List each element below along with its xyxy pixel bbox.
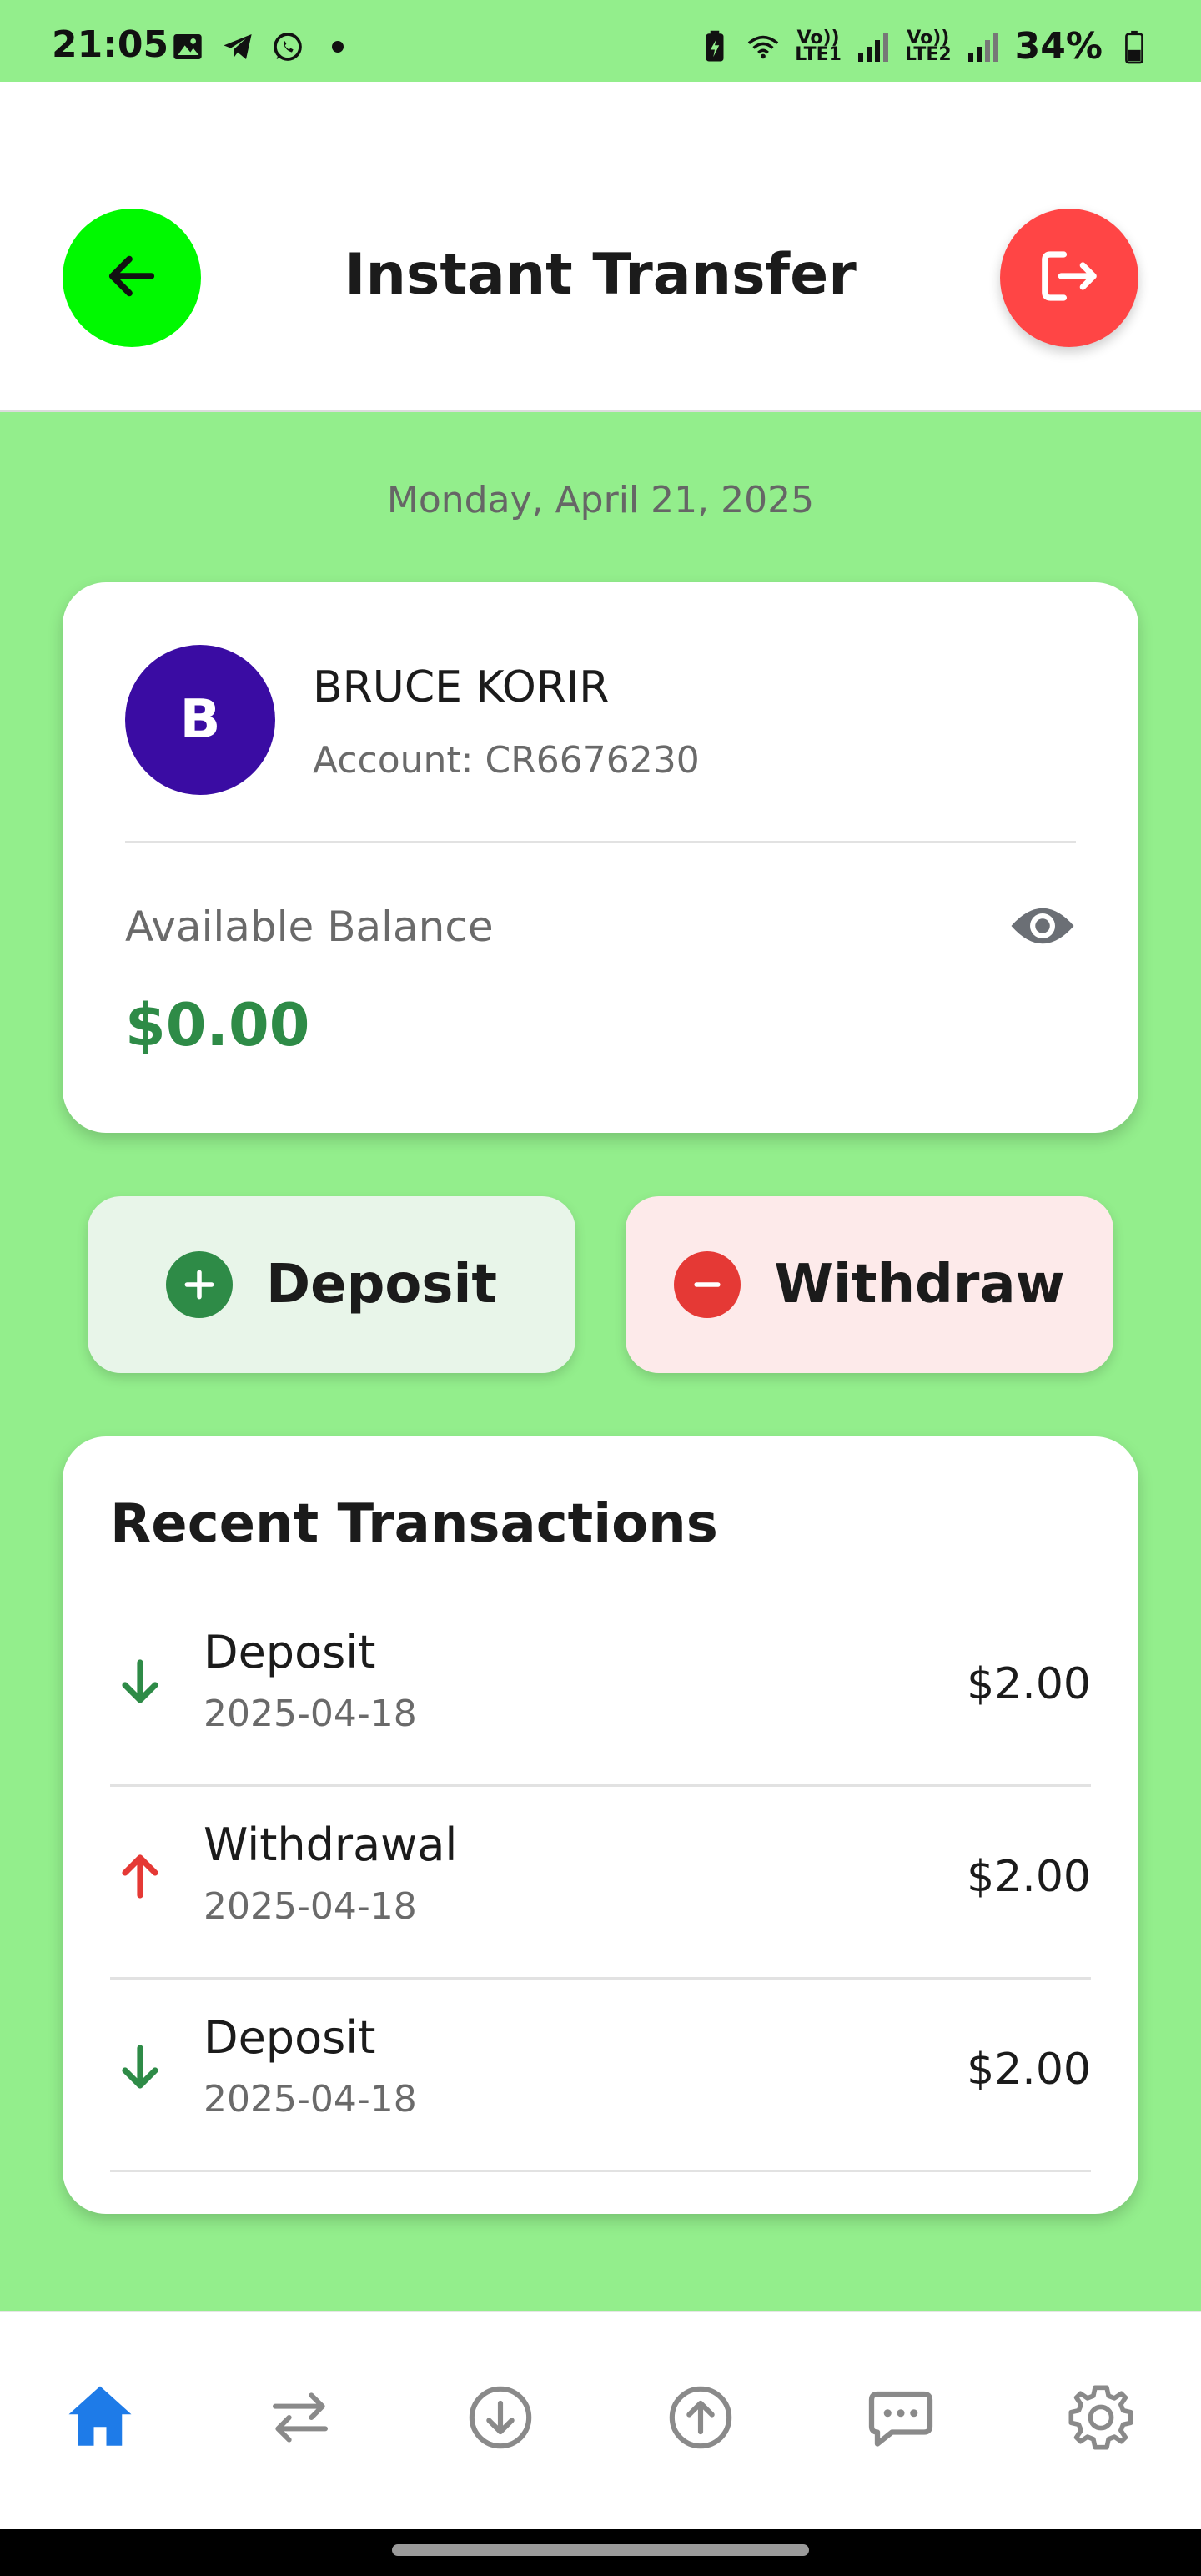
battery-percent: 34% xyxy=(1014,25,1103,68)
gallery-icon xyxy=(171,30,204,63)
battery-saver-icon xyxy=(698,30,731,63)
withdraw-button[interactable]: Withdraw xyxy=(626,1196,1113,1373)
account-number: Account: CR6676230 xyxy=(313,739,700,782)
transaction-row[interactable]: Deposit 2025-04-18 $2.00 xyxy=(110,1980,1091,2172)
minus-circle-icon xyxy=(674,1251,741,1318)
account-card: B BRUCE KORIR Account: CR6676230 Availab… xyxy=(63,582,1138,1133)
transaction-type: Deposit xyxy=(204,1626,376,1678)
transaction-amount: $2.00 xyxy=(967,1659,1091,1709)
deposit-button[interactable]: Deposit xyxy=(88,1196,575,1373)
transaction-row[interactable]: Deposit 2025-04-18 $2.00 xyxy=(110,1594,1091,1787)
app-header: Instant Transfer xyxy=(0,82,1201,412)
status-time: 21:05 xyxy=(52,23,169,66)
bottom-nav xyxy=(0,2311,1201,2529)
logout-button[interactable] xyxy=(1000,209,1138,347)
transaction-row[interactable]: Withdrawal 2025-04-18 $2.00 xyxy=(110,1787,1091,1980)
status-bar: 21:05 Vo)) LTE1 Vo)) LTE2 34% xyxy=(0,0,1201,82)
home-icon xyxy=(63,2380,138,2458)
nav-settings[interactable] xyxy=(1061,2379,1141,2459)
transaction-date: 2025-04-18 xyxy=(204,2078,417,2121)
nav-withdraw[interactable] xyxy=(661,2379,741,2459)
balance-label: Available Balance xyxy=(125,903,494,951)
arrow-down-icon xyxy=(110,2038,170,2098)
eye-icon[interactable] xyxy=(1009,901,1076,951)
whatsapp-icon xyxy=(271,30,304,63)
recent-transactions-card: Recent Transactions Deposit 2025-04-18 $… xyxy=(63,1436,1138,2214)
current-date: Monday, April 21, 2025 xyxy=(386,479,815,521)
plus-circle-icon xyxy=(166,1251,234,1318)
arrow-up-icon xyxy=(110,1845,170,1905)
battery-icon xyxy=(1118,30,1151,63)
wifi-icon xyxy=(746,30,780,63)
system-nav-bar xyxy=(0,2529,1201,2576)
transaction-type: Withdrawal xyxy=(204,1819,458,1871)
home-indicator[interactable] xyxy=(392,2544,809,2556)
system-icons: Vo)) LTE1 Vo)) LTE2 34% xyxy=(698,25,1151,68)
transfer-icon xyxy=(267,2384,334,2454)
signal-2-icon xyxy=(967,30,1000,63)
network-2-label: Vo)) LTE2 xyxy=(904,27,952,65)
chat-icon xyxy=(866,2382,936,2456)
notification-icons xyxy=(171,30,354,63)
withdraw-icon xyxy=(666,2383,735,2455)
recent-transactions-title: Recent Transactions xyxy=(110,1493,718,1555)
nav-transfer[interactable] xyxy=(260,2379,340,2459)
transaction-date: 2025-04-18 xyxy=(204,1693,417,1735)
transaction-amount: $2.00 xyxy=(967,2045,1091,2095)
arrow-down-icon xyxy=(110,1653,170,1713)
deposit-icon xyxy=(466,2383,535,2455)
transaction-date: 2025-04-18 xyxy=(204,1885,417,1928)
transaction-type: Deposit xyxy=(204,2011,376,2064)
telegram-icon xyxy=(221,30,254,63)
avatar: B xyxy=(125,645,275,795)
nav-home[interactable] xyxy=(60,2379,140,2459)
balance-value: $0.00 xyxy=(125,991,310,1059)
withdraw-label: Withdraw xyxy=(774,1254,1065,1316)
transaction-amount: $2.00 xyxy=(967,1852,1091,1902)
logout-icon xyxy=(1037,244,1102,312)
dot-icon xyxy=(321,30,354,63)
network-1-label: Vo)) LTE1 xyxy=(795,27,842,65)
nav-chat[interactable] xyxy=(861,2379,941,2459)
settings-icon xyxy=(1066,2382,1136,2456)
account-name: BRUCE KORIR xyxy=(313,662,610,712)
deposit-label: Deposit xyxy=(266,1254,497,1316)
divider xyxy=(125,841,1076,843)
signal-1-icon xyxy=(857,30,890,63)
nav-deposit[interactable] xyxy=(460,2379,540,2459)
